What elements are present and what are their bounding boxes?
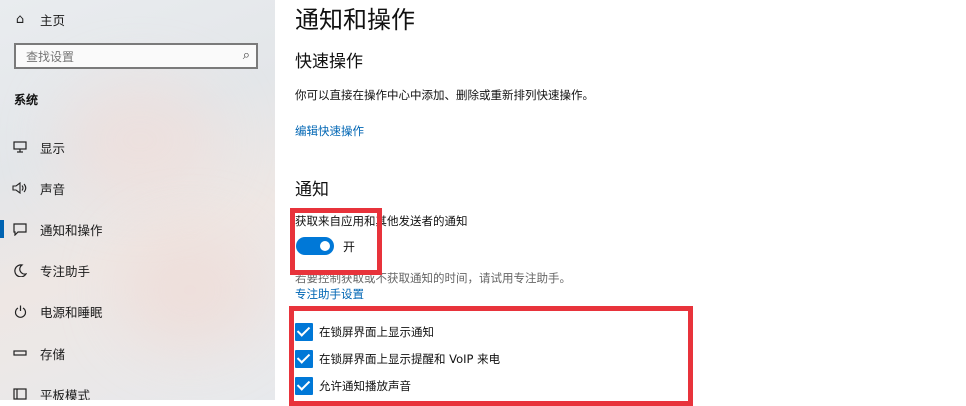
sidebar-item-label: 通知和操作: [40, 222, 103, 238]
main-content: 通知和操作 快速操作 你可以直接在操作中心中添加、删除或重新排列快速操作。 编辑…: [275, 0, 966, 406]
sidebar-item-label: 电源和睡眠: [40, 304, 103, 320]
sidebar-item-label: 主页: [40, 12, 66, 28]
search-icon[interactable]: ⌕: [243, 48, 250, 63]
notification-icon: [12, 221, 28, 237]
power-icon: [12, 303, 28, 319]
quick-actions-description: 你可以直接在操作中心中添加、删除或重新排列快速操作。: [295, 88, 594, 102]
search-input[interactable]: [24, 47, 228, 67]
focus-assist-settings-link[interactable]: 专注助手设置: [295, 286, 364, 302]
sidebar-item-label: 存储: [40, 346, 66, 362]
highlight-box-options: [289, 306, 693, 406]
sidebar-item-power[interactable]: 电源和睡眠: [0, 296, 275, 326]
tablet-icon: [12, 386, 28, 400]
sidebar-item-tablet-mode[interactable]: 平板模式: [0, 379, 275, 400]
home-icon: ⌂: [15, 11, 25, 27]
active-indicator: [0, 220, 4, 238]
monitor-icon: [12, 139, 28, 155]
sidebar-item-sound[interactable]: 声音: [0, 173, 275, 203]
speaker-icon: [12, 180, 28, 196]
highlight-box-toggle: [290, 208, 382, 275]
page-title: 通知和操作: [295, 6, 415, 34]
section-title: 系统: [14, 93, 39, 107]
quick-actions-heading: 快速操作: [295, 52, 363, 72]
storage-icon: [12, 345, 28, 361]
sidebar-item-home[interactable]: ⌂ 主页: [0, 4, 275, 34]
sidebar-item-focus-assist[interactable]: 专注助手: [0, 255, 275, 285]
sidebar-item-display[interactable]: 显示: [0, 132, 275, 162]
notifications-heading: 通知: [295, 180, 329, 200]
search-box[interactable]: ⌕: [14, 43, 258, 69]
sidebar-item-label: 声音: [40, 181, 66, 197]
moon-icon: [12, 262, 28, 278]
background-blur: [120, 230, 260, 350]
sidebar-item-storage[interactable]: 存储: [0, 338, 275, 368]
sidebar-item-notifications[interactable]: 通知和操作: [0, 214, 275, 244]
sidebar: ⌂ 主页 ⌕ 系统 显示 声音 通知和操作 专注助手 电源和睡眠: [0, 0, 275, 400]
sidebar-item-label: 专注助手: [40, 263, 91, 279]
sidebar-item-label: 平板模式: [40, 387, 91, 401]
sidebar-item-label: 显示: [40, 140, 66, 156]
edit-quick-actions-link[interactable]: 编辑快速操作: [295, 123, 364, 139]
